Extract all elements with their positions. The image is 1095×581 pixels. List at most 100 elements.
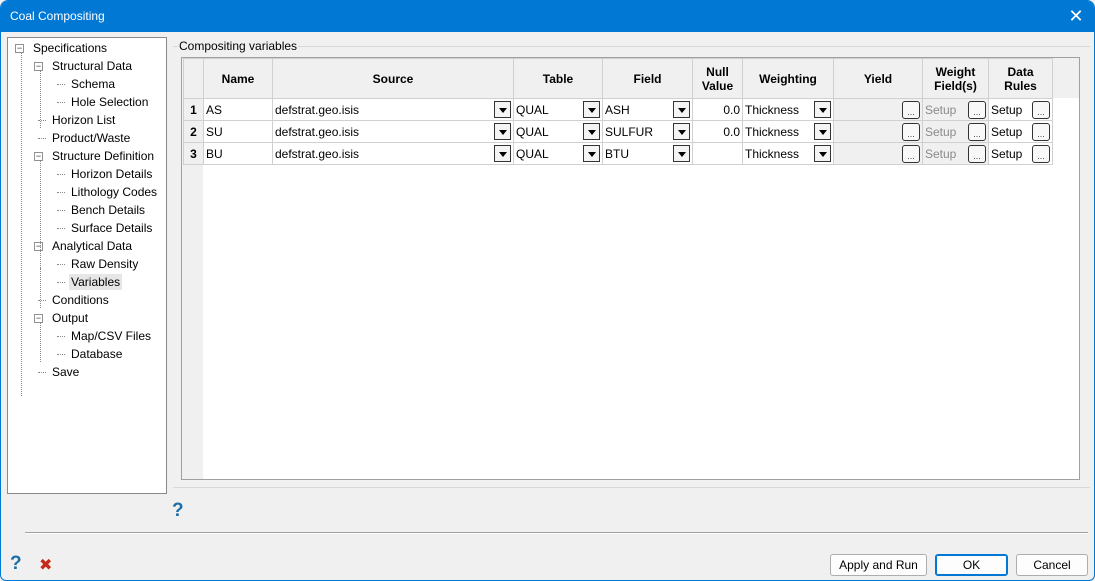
tree-item[interactable]: Conditions (52, 292, 109, 308)
dropdown-arrow-icon[interactable] (814, 101, 831, 118)
variables-grid[interactable]: Name Source Table Field Null Value Weighting Y… (181, 57, 1080, 480)
help-icon-bottom[interactable]: ? (10, 553, 22, 575)
tree-item[interactable]: Hole Selection (71, 94, 148, 110)
column-header[interactable]: Yield (833, 58, 923, 99)
dropdown-arrow-icon[interactable] (673, 145, 690, 162)
collapse-icon[interactable]: − (34, 62, 43, 71)
null-value-cell[interactable]: 0.0 (692, 120, 743, 143)
ellipsis-button[interactable]: ... (1032, 101, 1050, 119)
column-header[interactable]: Name (203, 58, 273, 99)
tree-item[interactable]: Database (71, 346, 122, 362)
tree-item[interactable]: Horizon Details (71, 166, 152, 182)
null-value-cell[interactable]: 0.0 (692, 98, 743, 121)
tree-line (40, 70, 41, 128)
source-select[interactable]: defstrat.geo.isis (272, 98, 514, 121)
dropdown-arrow-icon[interactable] (814, 123, 831, 140)
column-header[interactable]: Weighting (742, 58, 834, 99)
weight-fields-cell[interactable]: Setup... (922, 142, 989, 165)
dropdown-arrow-icon[interactable] (673, 101, 690, 118)
navigation-tree[interactable]: Specifications − Structural Data − Schema Hol… (7, 37, 167, 494)
help-icon[interactable]: ? (172, 500, 184, 522)
ellipsis-button[interactable]: ... (902, 101, 920, 119)
tree-item[interactable]: Lithology Codes (71, 184, 157, 200)
weighting-select[interactable]: Thickness (742, 98, 834, 121)
data-rules-cell-text: Setup (991, 124, 1023, 139)
tree-item[interactable]: Structure Definition (52, 148, 154, 164)
table-select[interactable]: QUAL (513, 98, 603, 121)
table-select-text: QUAL (516, 102, 549, 117)
dropdown-arrow-icon[interactable] (494, 145, 511, 162)
tree-item[interactable]: Bench Details (71, 202, 145, 218)
yield-cell[interactable]: ... (833, 120, 923, 143)
collapse-icon[interactable]: − (34, 314, 43, 323)
cancel-button[interactable]: Cancel (1016, 554, 1088, 576)
source-select[interactable]: defstrat.geo.isis (272, 120, 514, 143)
ellipsis-button[interactable]: ... (902, 123, 920, 141)
table-row[interactable]: 2 SU defstrat.geo.isis QUAL SULFUR 0.0 Thickne… (183, 120, 1053, 143)
table-select[interactable]: QUAL (513, 120, 603, 143)
null-value-cell[interactable] (692, 142, 743, 165)
column-header[interactable]: Weight Field(s) (922, 58, 989, 99)
tree-item[interactable]: Raw Density (71, 256, 138, 272)
column-header[interactable]: Source (272, 58, 514, 99)
close-icon[interactable]: ✕ (1066, 6, 1086, 26)
source-select[interactable]: defstrat.geo.isis (272, 142, 514, 165)
ok-button[interactable]: OK (935, 554, 1008, 576)
weight-fields-cell[interactable]: Setup... (922, 98, 989, 121)
dropdown-arrow-icon[interactable] (673, 123, 690, 140)
ellipsis-button[interactable]: ... (968, 123, 986, 141)
tree-item[interactable]: Specifications (33, 40, 107, 56)
source-select-text: defstrat.geo.isis (275, 124, 360, 139)
yield-cell[interactable]: ... (833, 142, 923, 165)
tree-item[interactable]: Output (52, 310, 88, 326)
collapse-icon[interactable]: − (34, 242, 43, 251)
weight-fields-cell[interactable]: Setup... (922, 120, 989, 143)
dropdown-arrow-icon[interactable] (494, 101, 511, 118)
dropdown-arrow-icon[interactable] (583, 145, 600, 162)
tree-item[interactable]: Surface Details (71, 220, 152, 236)
dropdown-arrow-icon[interactable] (494, 123, 511, 140)
table-row[interactable]: 3 BU defstrat.geo.isis QUAL BTU Thickness... S… (183, 142, 1053, 165)
ellipsis-button[interactable]: ... (1032, 145, 1050, 163)
tree-item[interactable]: Structural Data (52, 58, 132, 74)
apply-and-run-button[interactable]: Apply and Run (830, 554, 927, 576)
field-select[interactable]: BTU (602, 142, 693, 165)
table-select[interactable]: QUAL (513, 142, 603, 165)
column-header[interactable]: Null Value (692, 58, 743, 99)
column-header[interactable]: Data Rules (988, 58, 1053, 99)
ellipsis-button[interactable]: ... (968, 101, 986, 119)
column-header[interactable]: Field (602, 58, 693, 99)
table-row[interactable]: 1 AS defstrat.geo.isis QUAL ASH 0.0 Thickness.… (183, 98, 1053, 121)
dialog-window: Coal Compositing ✕ Specifications − Struct… (0, 0, 1095, 581)
data-rules-cell[interactable]: Setup... (988, 120, 1053, 143)
data-rules-cell[interactable]: Setup... (988, 142, 1053, 165)
field-select-text: ASH (605, 102, 630, 117)
name-cell[interactable]: SU (203, 120, 273, 143)
weighting-select[interactable]: Thickness (742, 142, 834, 165)
collapse-icon[interactable]: − (34, 152, 43, 161)
name-cell[interactable]: AS (203, 98, 273, 121)
ellipsis-button[interactable]: ... (902, 145, 920, 163)
tree-item[interactable]: Product/Waste (52, 130, 130, 146)
name-cell[interactable]: BU (203, 142, 273, 165)
ellipsis-button[interactable]: ... (968, 145, 986, 163)
data-rules-cell[interactable]: Setup... (988, 98, 1053, 121)
close-x-icon[interactable]: ✖ (39, 555, 52, 575)
tree-item[interactable]: Map/CSV Files (71, 328, 151, 344)
field-select[interactable]: SULFUR (602, 120, 693, 143)
tree-item[interactable]: Analytical Data (52, 238, 132, 254)
tree-item[interactable]: Horizon List (52, 112, 115, 128)
tree-item[interactable]: Variables (69, 274, 123, 290)
dropdown-arrow-icon[interactable] (583, 123, 600, 140)
yield-cell[interactable]: ... (833, 98, 923, 121)
collapse-icon[interactable]: − (15, 44, 24, 53)
tree-item[interactable]: Save (52, 364, 79, 380)
dropdown-arrow-icon[interactable] (814, 145, 831, 162)
field-select[interactable]: ASH (602, 98, 693, 121)
ellipsis-button[interactable]: ... (1032, 123, 1050, 141)
tree-item[interactable]: Schema (71, 76, 115, 92)
weighting-select[interactable]: Thickness (742, 120, 834, 143)
column-header[interactable]: Table (513, 58, 603, 99)
dropdown-arrow-icon[interactable] (583, 101, 600, 118)
weighting-select-text: Thickness (745, 102, 800, 117)
